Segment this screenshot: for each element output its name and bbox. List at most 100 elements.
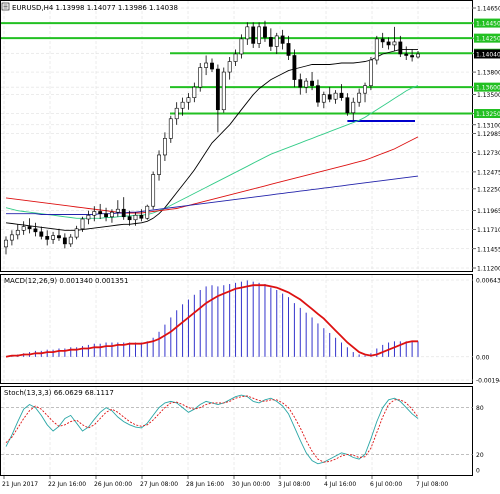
price-tick-label: 1.13100 xyxy=(477,122,500,129)
candle-body-bull xyxy=(187,98,190,103)
candle-body-bull xyxy=(157,155,160,175)
candle-body-bull xyxy=(199,68,202,88)
time-tick-label: 6 Jul 00:00 xyxy=(370,481,402,488)
macd-tick-label: 0.006437 xyxy=(476,278,500,285)
candle-body-bull xyxy=(246,27,249,39)
candle-body-bear xyxy=(281,36,284,44)
candle-body-bear xyxy=(340,93,343,98)
price-tick-label: 1.12250 xyxy=(477,186,500,193)
candle-body-bull xyxy=(110,212,113,217)
candle-body-bear xyxy=(140,215,143,218)
candle-body-bear xyxy=(34,229,37,232)
stoch-tick-label: 0 xyxy=(476,468,480,475)
candle-body-bear xyxy=(299,80,302,88)
candle-body-bear xyxy=(40,232,43,237)
time-tick-label: 7 Jul 08:00 xyxy=(416,481,448,488)
candle-body-bull xyxy=(93,211,96,215)
candle-body-bull xyxy=(152,175,155,207)
candle-body-bull xyxy=(363,86,366,94)
time-tick-label: 22 Jun 16:00 xyxy=(48,481,86,488)
candle-body-bull xyxy=(393,42,396,45)
candle-body-bull xyxy=(358,93,361,102)
candle-body-bear xyxy=(293,55,296,79)
candle-body-bull xyxy=(305,81,308,87)
chart-window: 1.146501.144501.142501.140501.138001.136… xyxy=(0,0,500,490)
macd-title: MACD(12,26,9) 0.001340 0.001351 xyxy=(4,277,128,285)
candle-body-bull xyxy=(204,63,207,68)
stoch-title: Stoch(13,3,3) 66.0629 68.1117 xyxy=(4,389,114,397)
candle-body-bull xyxy=(175,108,178,119)
candle-body-bull xyxy=(22,227,25,231)
candle-body-bear xyxy=(346,98,349,113)
candle-body-bull xyxy=(257,27,260,44)
candle-body-bear xyxy=(57,236,60,238)
candle-body-bear xyxy=(399,42,402,54)
candle-body-bull xyxy=(87,215,90,219)
macd-tick-label: 0.00 xyxy=(476,354,490,361)
candle-body-bear xyxy=(128,217,131,220)
candle-body-bear xyxy=(28,227,31,229)
candle-body-bull xyxy=(163,138,166,155)
candle-body-bear xyxy=(210,63,213,69)
time-tick-label: 26 Jun 00:00 xyxy=(94,481,132,488)
candle-body-bull xyxy=(4,240,7,247)
candle-body-bear xyxy=(63,238,66,244)
candle-body-bull xyxy=(134,215,137,220)
candle-body-bull xyxy=(16,230,19,235)
price-tick-label: 1.11200 xyxy=(477,266,500,273)
candle-body-bull xyxy=(146,206,149,218)
candle-body-bear xyxy=(252,27,255,44)
stoch-tick-label: 20 xyxy=(476,452,484,459)
time-tick-label: 21 Jun 2017 xyxy=(2,481,38,488)
candle-body-bear xyxy=(263,27,266,38)
candle-body-bull xyxy=(51,236,54,240)
candle-body-bull xyxy=(75,229,78,237)
candle-body-bear xyxy=(310,81,313,86)
candle-body-bear xyxy=(328,95,331,100)
candle-body-bull xyxy=(234,54,237,62)
candle-body-bear xyxy=(287,43,290,55)
candle-body-bear xyxy=(99,211,102,213)
candle-body-bull xyxy=(275,36,278,47)
candle-body-bull xyxy=(193,87,196,98)
candle-body-bull xyxy=(181,102,184,108)
time-tick-label: 30 Jun 00:00 xyxy=(232,481,270,488)
chart-menu-icon[interactable] xyxy=(2,3,9,10)
candle-body-bull xyxy=(10,235,13,240)
candle-body-bull xyxy=(81,219,84,229)
candle-body-bear xyxy=(405,54,408,56)
candle-body-bull xyxy=(240,39,243,54)
candle-body-bull xyxy=(375,39,378,60)
price-tick-label: 1.12475 xyxy=(477,169,500,176)
time-tick-label: 28 Jun 16:00 xyxy=(186,481,224,488)
stoch-tick-label: 80 xyxy=(476,405,484,412)
chart-background xyxy=(0,0,500,490)
price-tick-label: 1.12985 xyxy=(477,131,500,138)
candle-body-bull xyxy=(334,93,337,99)
candle-body-bear xyxy=(316,86,319,103)
time-tick-label: 27 Jun 08:00 xyxy=(140,481,178,488)
candle-body-bear xyxy=(104,214,107,217)
macd-tick-label: -0.00194 xyxy=(476,378,500,385)
price-tick-label: 1.13600 xyxy=(476,85,500,92)
candle-body-bear xyxy=(269,37,272,46)
time-tick-label: 4 Jul 16:00 xyxy=(324,481,356,488)
price-tick-label: 1.14250 xyxy=(476,36,500,43)
candle-body-bear xyxy=(387,42,390,45)
price-tick-label: 1.12730 xyxy=(477,150,500,157)
candle-body-bull xyxy=(369,60,372,86)
candle-body-bear xyxy=(410,55,413,57)
candle-body-bull xyxy=(116,209,119,212)
current-price-label: 1.14040 xyxy=(476,51,500,58)
candle-body-bear xyxy=(381,39,384,42)
candle-body-bull xyxy=(228,62,231,73)
price-tick-label: 1.11965 xyxy=(477,208,500,215)
price-tick-label: 1.13800 xyxy=(477,70,500,77)
candle-body-bull xyxy=(322,95,325,103)
candle-body-bull xyxy=(222,72,225,110)
price-tick-label: 1.14450 xyxy=(476,21,500,28)
candle-body-bull xyxy=(69,237,72,244)
chart-svg: 1.146501.144501.142501.140501.138001.136… xyxy=(0,0,500,490)
price-chart-title: EURUSD,H4 1.13998 1.14077 1.13986 1.1403… xyxy=(12,4,178,12)
candle-body-bull xyxy=(169,119,172,139)
